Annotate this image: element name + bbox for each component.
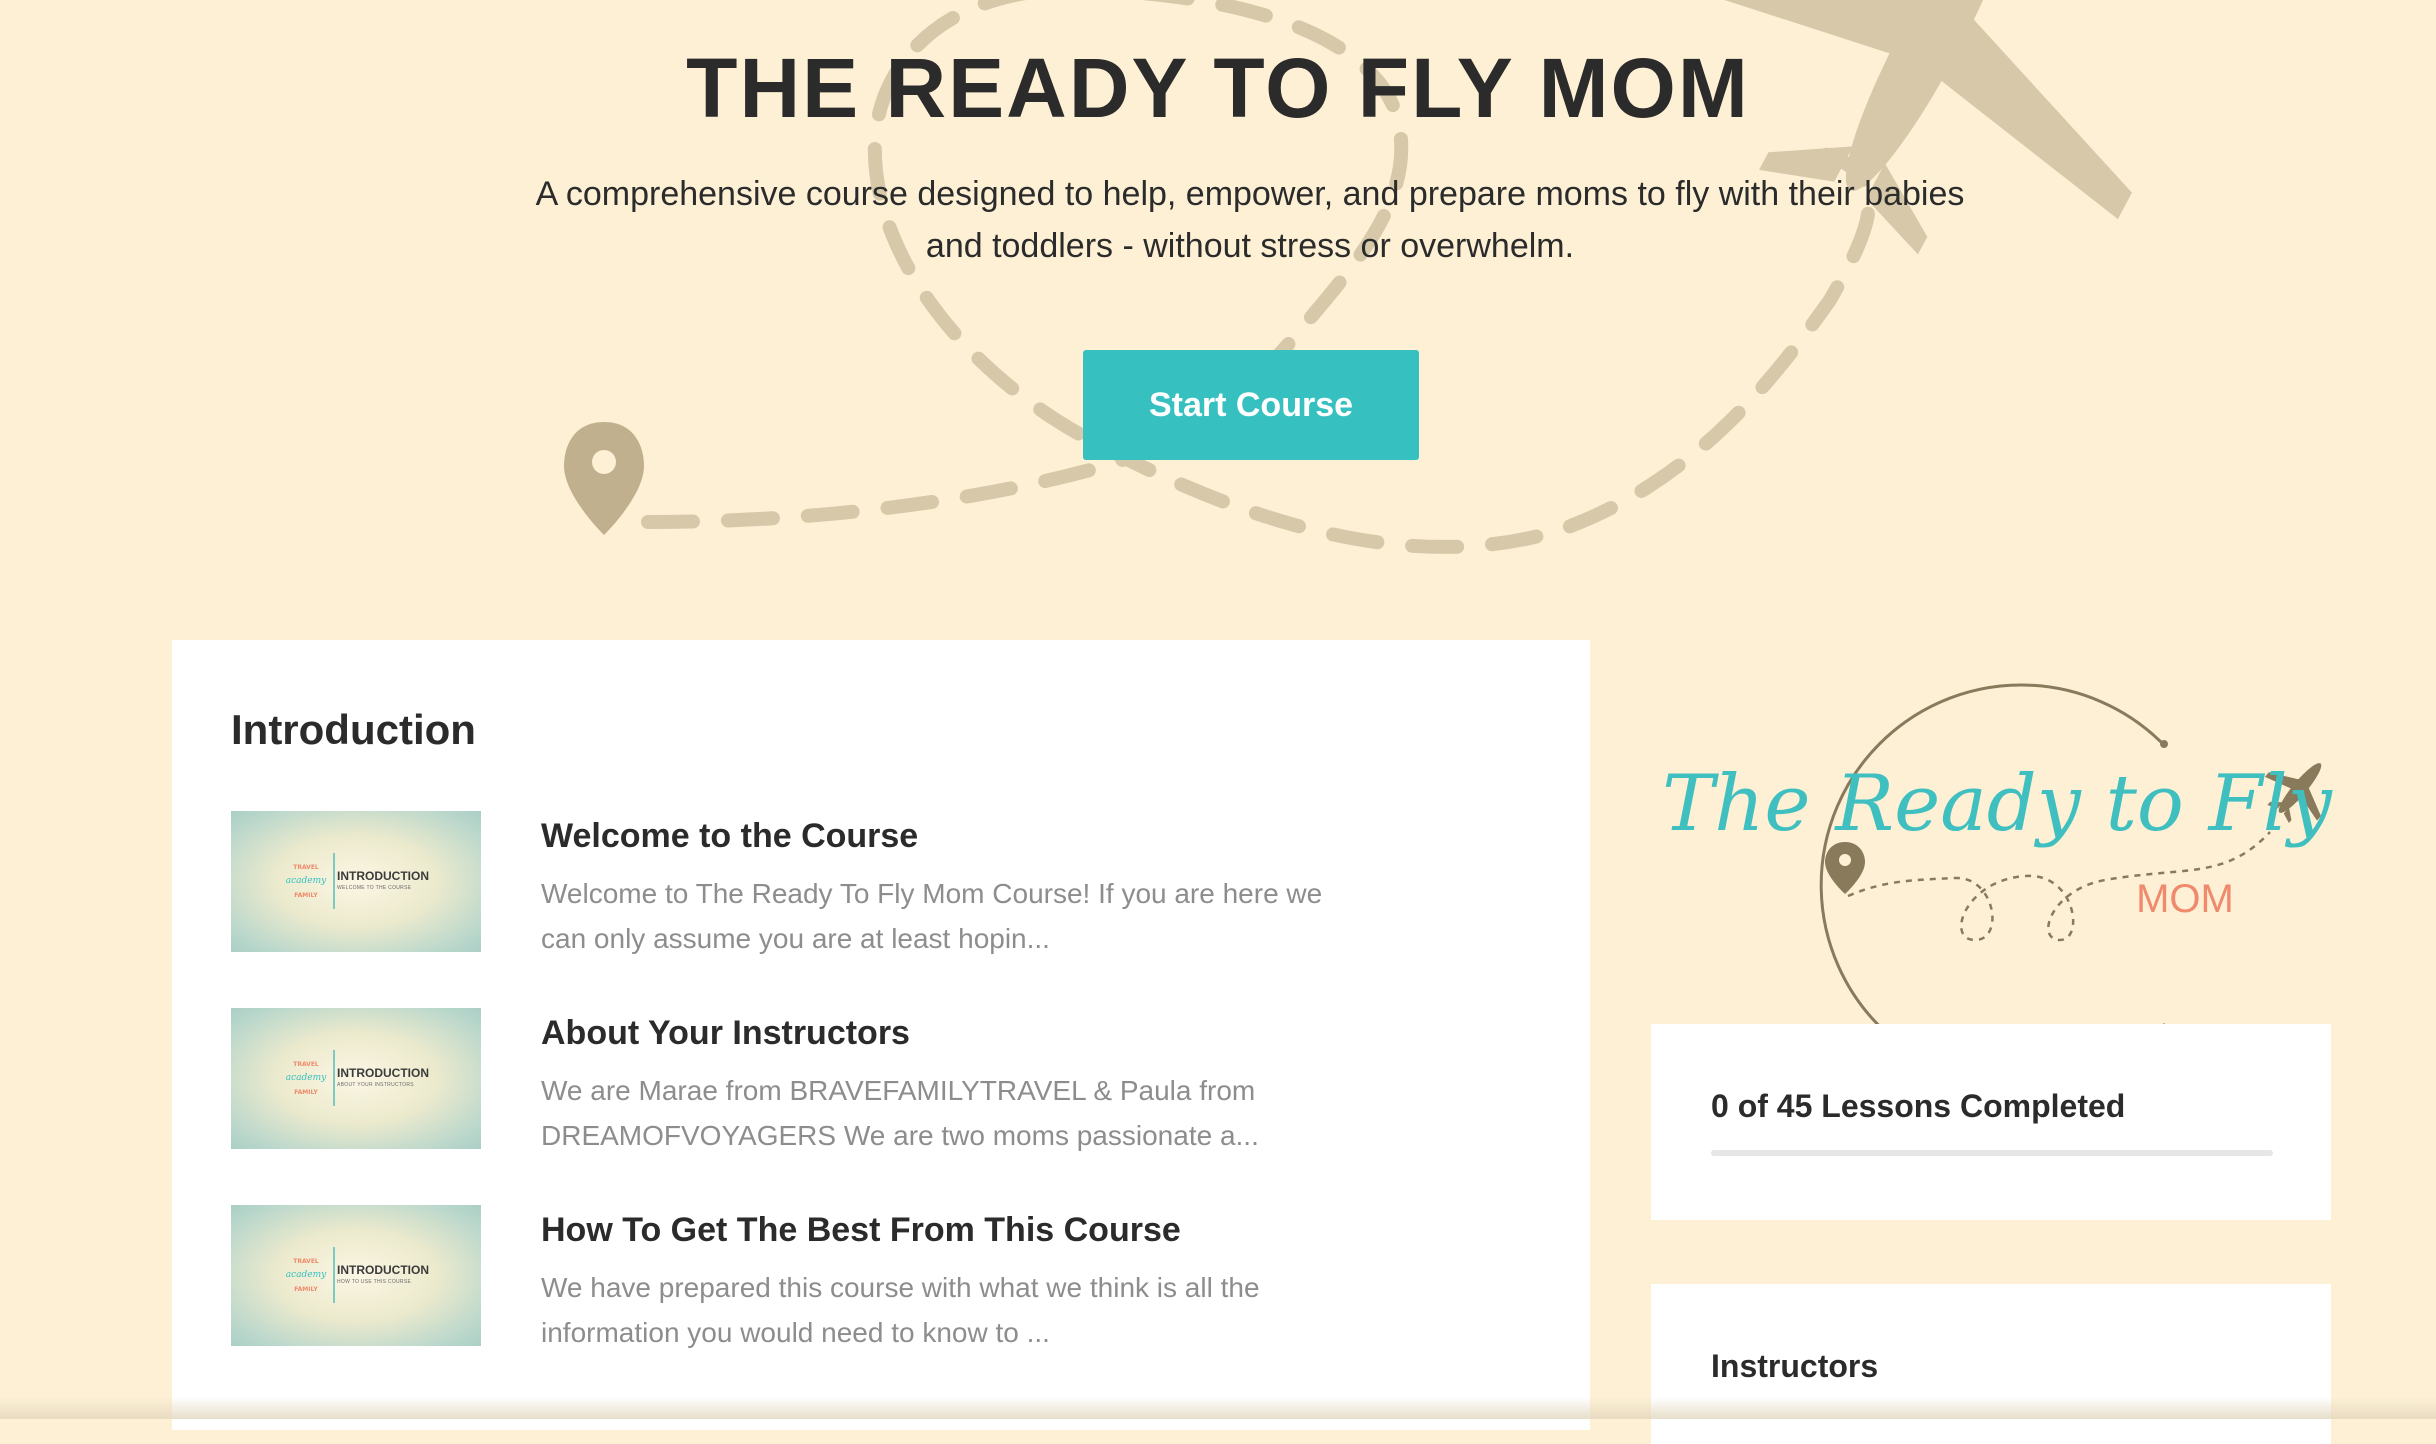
lesson-item[interactable]: TRAVEL academy FAMILY INTRODUCTION HOW T… <box>231 1205 1481 1355</box>
thumb-divider <box>333 1247 335 1303</box>
lesson-title[interactable]: Welcome to the Course <box>541 817 918 856</box>
thumb-title: INTRODUCTION <box>337 1263 429 1277</box>
svg-text:MOM: MOM <box>2136 877 2234 921</box>
progress-card: 0 of 45 Lessons Completed <box>1651 1024 2331 1220</box>
thumb-divider <box>333 1050 335 1106</box>
svg-text:FAMILY: FAMILY <box>294 892 318 899</box>
thumb-subtitle: ABOUT YOUR INSTRUCTORS <box>337 1082 414 1088</box>
thumb-title: INTRODUCTION <box>337 869 429 883</box>
lesson-title[interactable]: About Your Instructors <box>541 1014 910 1053</box>
travel-academy-logo: TRAVEL academy FAMILY <box>286 864 327 899</box>
course-title: THE READY TO FLY MOM <box>686 41 1750 135</box>
map-pin-icon <box>564 422 644 535</box>
thumb-divider <box>333 853 335 909</box>
svg-text:FAMILY: FAMILY <box>294 1286 318 1293</box>
lessons-card: Introduction TRAVEL academy FAMILY INTRO… <box>172 640 1590 1430</box>
course-subtitle: A comprehensive course designed to help,… <box>535 175 1965 265</box>
svg-text:academy: academy <box>286 876 327 886</box>
lesson-thumbnail[interactable]: TRAVEL academy FAMILY INTRODUCTION HOW T… <box>231 1205 481 1346</box>
map-pin-icon <box>1825 842 1865 894</box>
svg-text:TRAVEL: TRAVEL <box>293 1258 319 1265</box>
svg-text:academy: academy <box>286 1073 327 1083</box>
lesson-description: We have prepared this course with what w… <box>541 1272 1260 1348</box>
svg-text:TRAVEL: TRAVEL <box>293 864 319 871</box>
svg-text:TRAVEL: TRAVEL <box>293 1061 319 1068</box>
travel-academy-logo: TRAVEL academy FAMILY <box>286 1258 327 1293</box>
lesson-title[interactable]: How To Get The Best From This Course <box>541 1211 1181 1250</box>
section-title: Introduction <box>231 706 476 753</box>
progress-bar <box>1711 1150 2273 1156</box>
lesson-description: Welcome to The Ready To Fly Mom Course! … <box>541 878 1323 954</box>
instructors-card: Instructors <box>1651 1284 2331 1444</box>
lesson-item[interactable]: TRAVEL academy FAMILY INTRODUCTION WELCO… <box>231 811 1481 961</box>
instructors-title: Instructors <box>1711 1348 1879 1384</box>
svg-text:The Ready to Fly: The Ready to Fly <box>1662 759 2333 849</box>
brand-logo: The Ready to Fly MOM <box>1662 683 2333 1025</box>
lesson-thumbnail[interactable]: TRAVEL academy FAMILY INTRODUCTION ABOUT… <box>231 1008 481 1149</box>
travel-academy-logo: TRAVEL academy FAMILY <box>286 1061 327 1096</box>
svg-text:FAMILY: FAMILY <box>294 1089 318 1096</box>
lessons-completed-text: 0 of 45 Lessons Completed <box>1711 1088 2126 1124</box>
lesson-item[interactable]: TRAVEL academy FAMILY INTRODUCTION ABOUT… <box>231 1008 1481 1158</box>
thumb-subtitle: WELCOME TO THE COURSE <box>337 885 412 891</box>
thumb-subtitle: HOW TO USE THIS COURSE <box>337 1279 412 1285</box>
lesson-thumbnail[interactable]: TRAVEL academy FAMILY INTRODUCTION WELCO… <box>231 811 481 952</box>
start-course-button[interactable]: Start Course <box>1083 350 1419 460</box>
svg-text:academy: academy <box>286 1270 327 1280</box>
thumb-title: INTRODUCTION <box>337 1066 429 1080</box>
lesson-description: We are Marae from BRAVEFAMILYTRAVEL & Pa… <box>541 1075 1259 1151</box>
